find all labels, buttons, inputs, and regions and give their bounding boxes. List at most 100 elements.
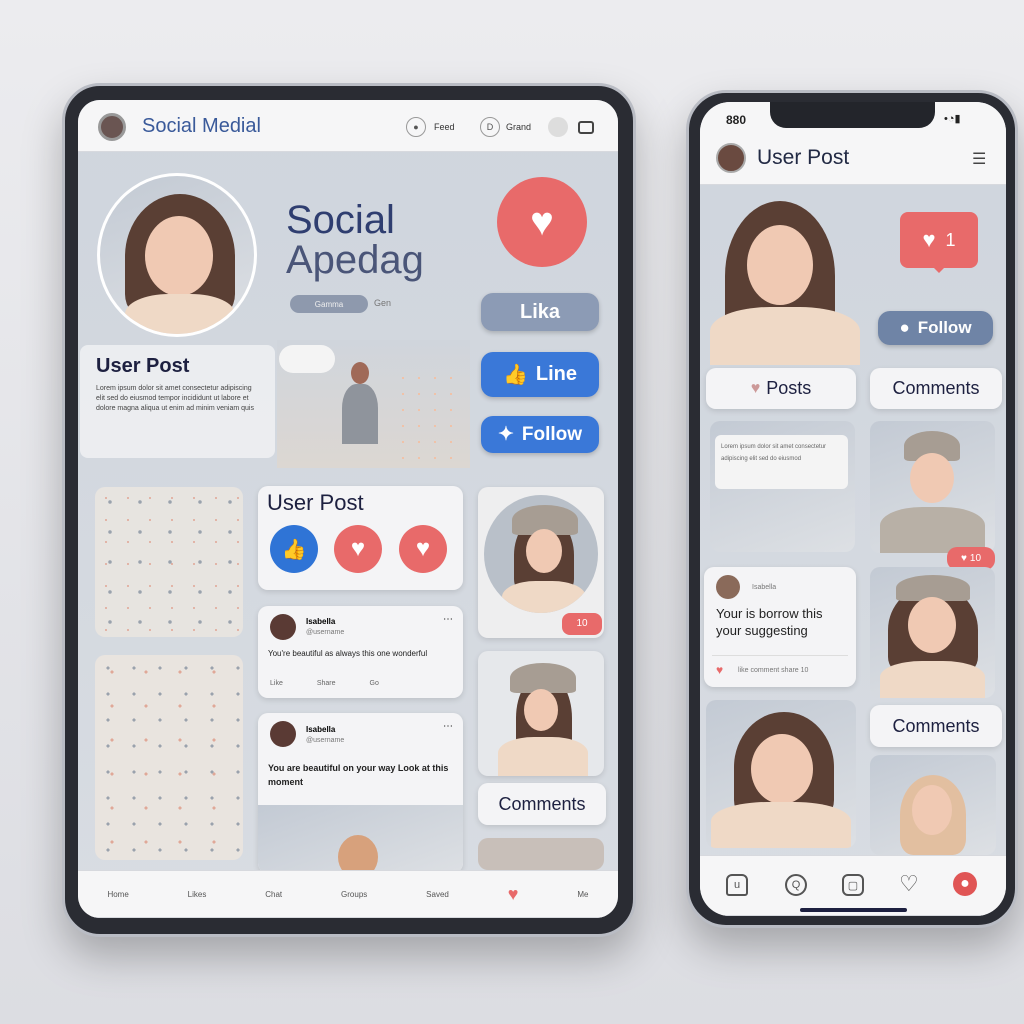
nav-grand[interactable]: Grand [506, 122, 531, 132]
photo-card[interactable] [478, 838, 604, 870]
notification-icon[interactable]: ● [953, 872, 977, 896]
tablet-screen: Social Medial ● Feed D Grand Social Aped… [78, 100, 618, 918]
hero-chip-meta: Gen [374, 298, 392, 308]
post-author-avatar[interactable] [270, 721, 296, 747]
app-logo-icon[interactable] [98, 113, 126, 141]
status-icons: •◔▮ [944, 113, 961, 125]
nav-love[interactable]: ♥ [508, 884, 519, 905]
photo-card[interactable]: 10 [478, 487, 604, 638]
like-bubble[interactable]: ♥ 1 [900, 212, 978, 273]
posts-label: Posts [766, 378, 812, 398]
post-actions: Like Share Go [270, 680, 379, 687]
post-card[interactable]: Isabella @username ⋯ You're beautiful as… [258, 606, 463, 698]
nav-chat[interactable]: Chat [265, 890, 282, 899]
heart-reaction-icon[interactable]: ♥ [334, 525, 382, 573]
posts-chip[interactable]: ♥ Posts [706, 368, 856, 409]
apple-icon: ● [899, 318, 910, 337]
search-icon[interactable]: Q [785, 874, 807, 896]
photo-card[interactable] [870, 755, 996, 855]
like-action[interactable]: Like [270, 680, 283, 687]
phone-title: User Post [757, 146, 850, 169]
more-icon[interactable]: ⋯ [443, 721, 453, 732]
phone-header: 880 •◔▮ User Post ☰ [700, 102, 1006, 185]
post-text: You are beautiful on your way Look at th… [268, 763, 449, 787]
post-card[interactable]: Isabella Your is borrow this your sugges… [704, 567, 856, 687]
phone-bottom-nav: u Q ▢ ♡ ● [700, 855, 1006, 916]
photo-badge: 10 [562, 613, 602, 635]
profile-avatar[interactable] [97, 173, 257, 337]
hero-title-line2: Apedag [286, 238, 424, 282]
post-author: Isabella [306, 725, 336, 734]
nav-home[interactable]: Home [107, 890, 128, 899]
nav-feed[interactable]: Feed [434, 122, 455, 132]
post-handle: @username [306, 629, 345, 636]
post-meta: like comment share 10 [738, 667, 809, 674]
post-author-avatar[interactable] [270, 614, 296, 640]
post-author-avatar[interactable] [716, 575, 740, 599]
text-card-image[interactable]: Lorem ipsum dolor sit amet consectetur a… [710, 421, 855, 552]
like-label: Lika [519, 300, 561, 323]
photo-badge-count: 10 [969, 553, 982, 564]
status-time: 880 [726, 113, 747, 127]
star-icon: ✦ [497, 424, 514, 445]
home-indicator [800, 908, 907, 912]
reaction-card: User Post 👍 ♥ ♥ [258, 486, 463, 590]
photo-card[interactable] [870, 421, 995, 553]
user-avatar[interactable] [716, 143, 746, 173]
follow-button[interactable]: ● Follow [878, 311, 993, 345]
hero-title-line1: Social [286, 198, 395, 242]
nav-likes[interactable]: Likes [188, 890, 207, 899]
post-card[interactable]: Isabella @username ⋯ You are beautiful o… [258, 713, 463, 873]
post-text: Your is borrow this your suggesting [716, 606, 823, 638]
thumbs-up-reaction-icon[interactable]: 👍 [270, 525, 318, 573]
follow-label: Follow [521, 423, 583, 445]
thumbs-up-icon: 👍 [502, 364, 528, 386]
reaction-card-title: User Post [267, 490, 364, 515]
heart-button[interactable]: ♥ [497, 177, 587, 267]
illustration-scene [277, 340, 470, 468]
text-card-caption: Lorem ipsum dolor sit amet consectetur a… [715, 435, 848, 489]
camera-icon[interactable]: ▢ [842, 874, 864, 896]
hero-chip[interactable]: Gamma [290, 295, 368, 313]
menu-icon[interactable]: ☰ [972, 149, 986, 169]
heart-icon: ♥ [960, 553, 967, 564]
d-icon[interactable]: D [480, 117, 500, 137]
phone-screen: 880 •◔▮ User Post ☰ ♥ 1 ● Follow ♥ Posts Co… [700, 102, 1006, 916]
user-post-intro-title: User Post [96, 355, 190, 377]
follow-label: Follow [917, 318, 972, 337]
home-icon[interactable]: u [726, 874, 748, 896]
heart-icon[interactable]: ♡ [899, 871, 919, 897]
nav-me[interactable]: Me [577, 890, 588, 899]
share-action[interactable]: Share [317, 680, 336, 687]
tablet-header: Social Medial ● Feed D Grand [78, 100, 618, 152]
heart-icon: ♥ [922, 227, 936, 252]
photo-card[interactable] [478, 651, 604, 776]
window-icon[interactable] [578, 121, 594, 134]
like-count: 1 [945, 229, 956, 250]
nav-groups[interactable]: Groups [341, 890, 367, 899]
like-button[interactable]: Lika [481, 293, 599, 331]
photo-card[interactable] [870, 567, 995, 698]
nav-saved[interactable]: Saved [426, 890, 449, 899]
post-author: Isabella [752, 584, 777, 591]
tablet-bottom-nav: Home Likes Chat Groups Saved ♥ Me [78, 870, 618, 918]
photo-card[interactable] [706, 700, 856, 848]
floral-card-1 [95, 487, 243, 637]
more-icon[interactable]: ⋯ [443, 614, 453, 625]
follow-button[interactable]: ✦ Follow [481, 416, 599, 453]
user-post-intro: User Post Lorem ipsum dolor sit amet con… [80, 345, 275, 458]
comments-button[interactable]: Comments [478, 783, 606, 825]
user-post-intro-text: Lorem ipsum dolor sit amet consectetur a… [96, 385, 254, 412]
post-image[interactable] [258, 805, 463, 873]
heart-reaction-icon-2[interactable]: ♥ [399, 525, 447, 573]
line-button[interactable]: 👍 Line [481, 352, 599, 397]
floral-card-2 [95, 655, 243, 860]
record-icon[interactable]: ● [406, 117, 426, 137]
go-action[interactable]: Go [370, 680, 379, 687]
app-title: Social Medial [142, 115, 261, 137]
comments-chip-2[interactable]: Comments [870, 705, 1002, 747]
heart-icon[interactable]: ♥ [716, 663, 723, 677]
comments-chip[interactable]: Comments [870, 368, 1002, 409]
post-handle: @username [306, 737, 345, 744]
profile-icon[interactable] [548, 117, 568, 137]
